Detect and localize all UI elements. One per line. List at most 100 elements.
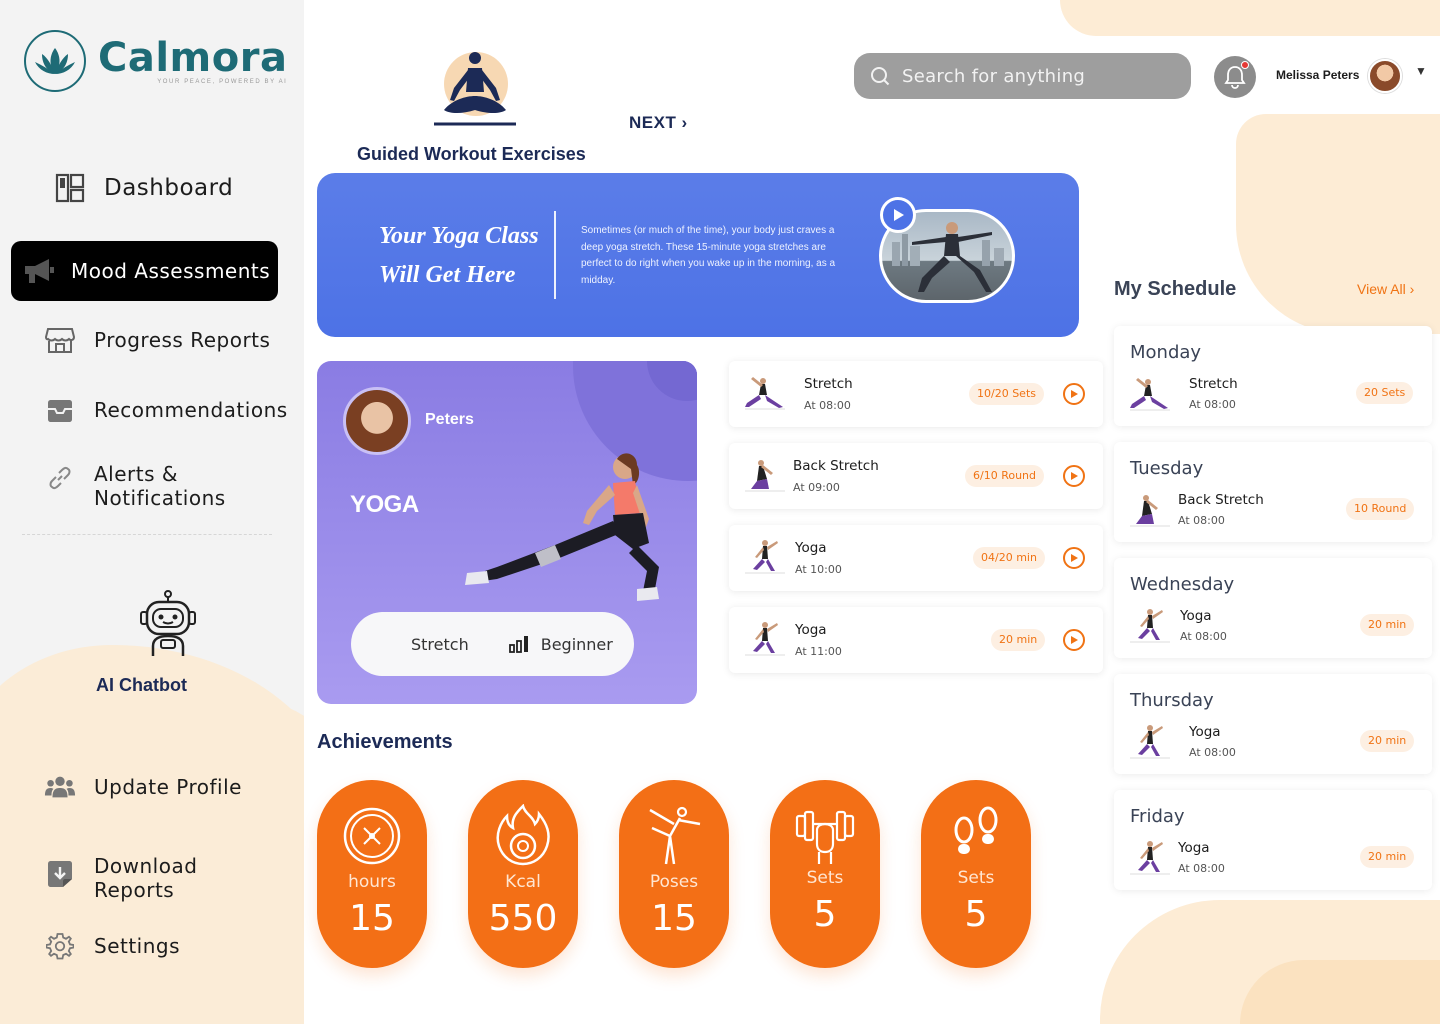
exercise-name: Back Stretch (793, 458, 879, 474)
banner-description: Sometimes (or much of the time), your bo… (581, 225, 836, 286)
achievement-value: 15 (651, 898, 697, 939)
brand-logo[interactable]: Calmora YOUR PEACE, POWERED BY AI (24, 30, 287, 92)
schedule-exercise-time: At 08:00 (1178, 514, 1225, 527)
schedule-badge: 10 Round (1346, 498, 1415, 520)
yoga-workout-card[interactable]: Peters YOGA Stretch Beginner (317, 361, 697, 704)
yoga-pose-thumbnail (743, 373, 787, 413)
sidebar-item-mood-assessments[interactable]: Mood Assessments (11, 241, 278, 301)
search-input[interactable]: Search for anything (854, 53, 1191, 99)
play-button[interactable] (1063, 629, 1085, 651)
exercise-row[interactable]: Back Stretch At 09:00 6/10 Round (729, 443, 1103, 509)
dashboard-icon (54, 172, 86, 204)
sidebar-item-label: Notifications (94, 486, 226, 510)
robot-icon (124, 590, 212, 665)
yoga-pose-thumbnail (743, 455, 787, 495)
schedule-card[interactable]: Friday Yoga At 08:00 20 min (1114, 790, 1432, 890)
play-icon (894, 209, 904, 221)
schedule-exercise-name: Back Stretch (1178, 492, 1264, 508)
gear-icon (44, 930, 76, 962)
sidebar-item-download-reports[interactable]: Download Reports (44, 854, 197, 902)
sidebar-item-label: Alerts & (94, 462, 178, 486)
schedule-badge: 20 min (1360, 614, 1415, 636)
exercise-time: At 10:00 (795, 563, 842, 576)
sidebar-item-update-profile[interactable]: Update Profile (44, 771, 242, 803)
schedule-day: Monday (1130, 342, 1202, 363)
yoga-woman-illustration (437, 449, 677, 609)
play-icon (1070, 472, 1078, 480)
search-placeholder: Search for anything (902, 65, 1086, 87)
yoga-pose-thumbnail (1128, 374, 1172, 412)
yoga-pose-thumbnail (743, 619, 787, 659)
play-button[interactable] (1063, 547, 1085, 569)
flame-icon (493, 803, 553, 866)
achievement-card[interactable]: Poses 15 (619, 780, 729, 968)
play-button[interactable] (1063, 465, 1085, 487)
play-icon (1070, 554, 1078, 562)
ai-chatbot-label: AI Chatbot (96, 675, 187, 695)
sidebar-item-recommendations[interactable]: Recommendations (44, 394, 288, 426)
store-icon (44, 324, 76, 356)
achievement-label: Sets (806, 868, 844, 888)
schedule-card[interactable]: Thursday Yoga At 08:00 20 min (1114, 674, 1432, 774)
sidebar-item-label: Progress Reports (94, 328, 271, 352)
user-name[interactable]: Melissa Peters (1276, 68, 1359, 82)
exercise-progress-badge: 6/10 Round (965, 465, 1045, 487)
achievement-value: 5 (813, 894, 837, 935)
avatar (343, 387, 411, 455)
link-icon (44, 462, 76, 494)
next-button[interactable]: NEXT › (629, 113, 688, 133)
exercise-time: At 11:00 (795, 645, 842, 658)
exercise-row[interactable]: Stretch At 08:00 10/20 Sets (729, 361, 1103, 427)
achievement-card[interactable]: Kcal 550 (468, 780, 578, 968)
schedule-card[interactable]: Wednesday Yoga At 08:00 20 min (1114, 558, 1432, 658)
achievement-value: 5 (964, 894, 988, 935)
card-user-name: Peters (425, 411, 474, 428)
schedule-badge: 20 min (1360, 846, 1415, 868)
banner-heading-line: Will Get Here (379, 262, 516, 288)
brand-name: Calmora (98, 34, 288, 81)
yoga-pose-thumbnail (1128, 722, 1172, 760)
schedule-exercise-name: Yoga (1180, 608, 1212, 624)
achievement-card[interactable]: Sets 5 (770, 780, 880, 968)
sidebar-item-label: Download (94, 854, 198, 878)
yoga-pose-thumbnail (1128, 606, 1172, 644)
schedule-card[interactable]: Monday Stretch At 08:00 20 Sets (1114, 326, 1432, 426)
banner-heading: Your Yoga Class Will Get Here (379, 217, 549, 295)
users-icon (44, 771, 76, 803)
sidebar-item-alerts-notifications[interactable]: Alerts & Notifications (44, 462, 226, 510)
notification-bell-button[interactable] (1214, 56, 1256, 98)
ai-chatbot-button[interactable]: AI Chatbot (96, 590, 212, 696)
background-decoration (1060, 0, 1440, 36)
play-video-button[interactable] (880, 197, 916, 233)
exercise-row[interactable]: Yoga At 10:00 04/20 min (729, 525, 1103, 591)
sidebar-divider (22, 534, 272, 535)
yoga-pose-thumbnail (743, 537, 787, 577)
sidebar-item-settings[interactable]: Settings (44, 930, 180, 962)
exercise-name: Yoga (795, 540, 827, 556)
sidebar-item-label: Mood Assessments (71, 259, 271, 283)
banner-heading-line: Your Yoga Class (379, 223, 539, 249)
achievement-value: 15 (349, 898, 395, 939)
avatar[interactable] (1368, 59, 1402, 93)
sidebar: Calmora YOUR PEACE, POWERED BY AI Dashbo… (0, 0, 304, 1024)
schedule-card[interactable]: Tuesday Back Stretch At 08:00 10 Round (1114, 442, 1432, 542)
section-title-my-schedule: My Schedule (1114, 278, 1237, 300)
search-icon (871, 67, 890, 86)
play-button[interactable] (1063, 383, 1085, 405)
achievement-card[interactable]: hours 15 (317, 780, 427, 968)
bar-chart-icon (508, 636, 528, 653)
chevron-down-icon[interactable]: ▼ (1415, 64, 1427, 78)
achievement-card[interactable]: Sets 5 (921, 780, 1031, 968)
sidebar-item-dashboard[interactable]: Dashboard (54, 172, 233, 204)
schedule-day: Tuesday (1130, 458, 1204, 479)
play-icon (1070, 390, 1078, 398)
footsteps-icon (946, 804, 1006, 866)
sidebar-item-progress-reports[interactable]: Progress Reports (44, 324, 270, 356)
dumbbell-icon (795, 804, 855, 866)
view-all-link[interactable]: View All › (1357, 281, 1414, 297)
yoga-pose-thumbnail (1128, 490, 1172, 528)
schedule-exercise-time: At 08:00 (1180, 630, 1227, 643)
sidebar-item-label: Dashboard (104, 175, 234, 201)
yoga-pose-icon (644, 804, 704, 866)
exercise-row[interactable]: Yoga At 11:00 20 min (729, 607, 1103, 673)
